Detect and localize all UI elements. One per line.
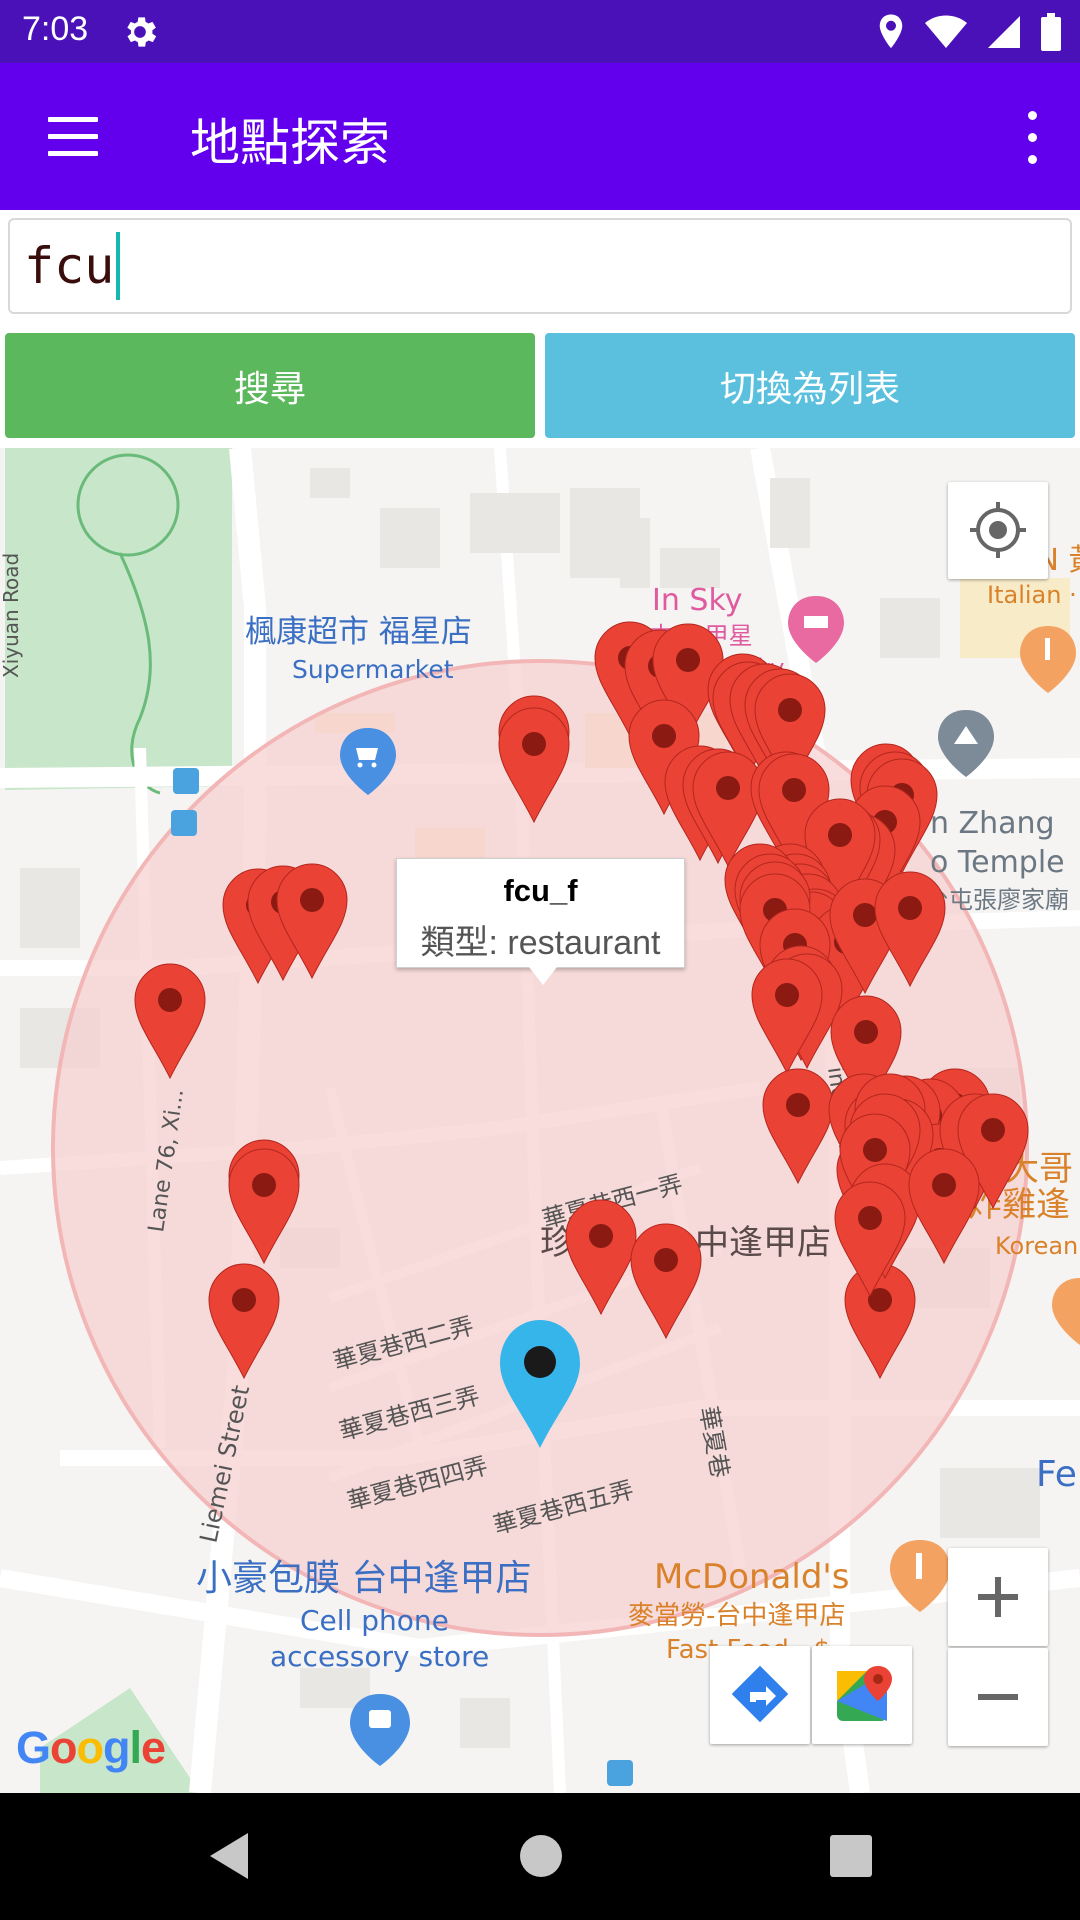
svg-text:McDonald's: McDonald's	[654, 1557, 849, 1597]
overflow-menu-button[interactable]	[1004, 103, 1060, 173]
map-view[interactable]: 楓康超市 福星店 Supermarket In Sky 台中·逢甲星 夜逆旅In…	[0, 448, 1080, 1793]
search-input-value: fcu	[24, 237, 115, 295]
google-maps-icon	[837, 1666, 892, 1721]
zoom-out-icon	[978, 1694, 1018, 1700]
battery-icon	[1041, 13, 1061, 51]
search-input[interactable]: fcu	[8, 218, 1072, 314]
page-title: 地點探索	[190, 114, 390, 172]
zoom-in-icon	[978, 1577, 1018, 1617]
info-window-title: fcu_f	[503, 873, 578, 908]
svg-text:n Zhang: n Zhang	[930, 806, 1055, 841]
my-location-button[interactable]	[948, 482, 1048, 579]
svg-text:Italian ·: Italian ·	[987, 581, 1077, 609]
svg-text:Cell phone: Cell phone	[300, 1604, 449, 1637]
svg-text:accessory store: accessory store	[270, 1640, 489, 1673]
directions-icon	[731, 1665, 789, 1723]
directions-button[interactable]	[710, 1646, 810, 1744]
gear-icon	[127, 17, 157, 47]
my-location-icon	[970, 502, 1026, 558]
marker-info-window[interactable]: fcu_f 類型: restaurant	[396, 858, 685, 985]
info-window-snippet: 類型: restaurant	[420, 924, 661, 962]
open-google-maps-button[interactable]	[812, 1646, 912, 1744]
svg-text:中逢甲店: 中逢甲店	[695, 1223, 831, 1263]
location-icon	[879, 14, 903, 49]
status-icons	[876, 10, 1062, 54]
home-button[interactable]	[520, 1835, 562, 1877]
zoom-out-button[interactable]	[948, 1648, 1048, 1746]
recents-button[interactable]	[830, 1835, 872, 1877]
search-button[interactable]: 搜尋	[5, 333, 535, 438]
menu-button[interactable]	[36, 107, 110, 167]
svg-text:台屯張廖家廟: 台屯張廖家廟	[925, 886, 1069, 914]
svg-text:Xiyuan Road: Xiyuan Road	[0, 553, 23, 678]
svg-text:麥當勞-台中逢甲店: 麥當勞-台中逢甲店	[628, 1601, 845, 1631]
phone-store-poi-icon[interactable]	[350, 1694, 410, 1766]
app-bar: 地點探索	[0, 63, 1080, 210]
svg-text:o Temple: o Temple	[930, 845, 1065, 880]
restaurant-poi-icon[interactable]	[1020, 626, 1076, 693]
svg-text:小豪包膜 台中逢甲店: 小豪包膜 台中逢甲店	[196, 1558, 531, 1599]
park-area	[5, 448, 232, 790]
svg-text:In Sky: In Sky	[652, 583, 743, 618]
text-caret	[116, 232, 121, 300]
svg-text:Supermarket: Supermarket	[292, 655, 454, 684]
svg-text:楓康超市 福星店: 楓康超市 福星店	[245, 614, 472, 650]
svg-text:Fe: Fe	[1036, 1454, 1077, 1495]
svg-text:Korean: Korean	[995, 1232, 1078, 1260]
status-bar: 7:03	[0, 0, 1080, 63]
map-canvas[interactable]: 楓康超市 福星店 Supermarket In Sky 台中·逢甲星 夜逆旅In…	[0, 448, 1080, 1793]
status-time: 7:03	[22, 10, 89, 48]
wifi-icon	[925, 15, 967, 48]
restaurant-poi-icon-2[interactable]	[1052, 1278, 1080, 1345]
back-icon[interactable]	[204, 1829, 254, 1883]
zoom-in-button[interactable]	[948, 1548, 1048, 1646]
system-nav-bar	[0, 1793, 1080, 1920]
toggle-list-button[interactable]: 切換為列表	[545, 333, 1075, 438]
google-logo: Google	[16, 1722, 166, 1773]
signal-icon	[988, 16, 1020, 48]
